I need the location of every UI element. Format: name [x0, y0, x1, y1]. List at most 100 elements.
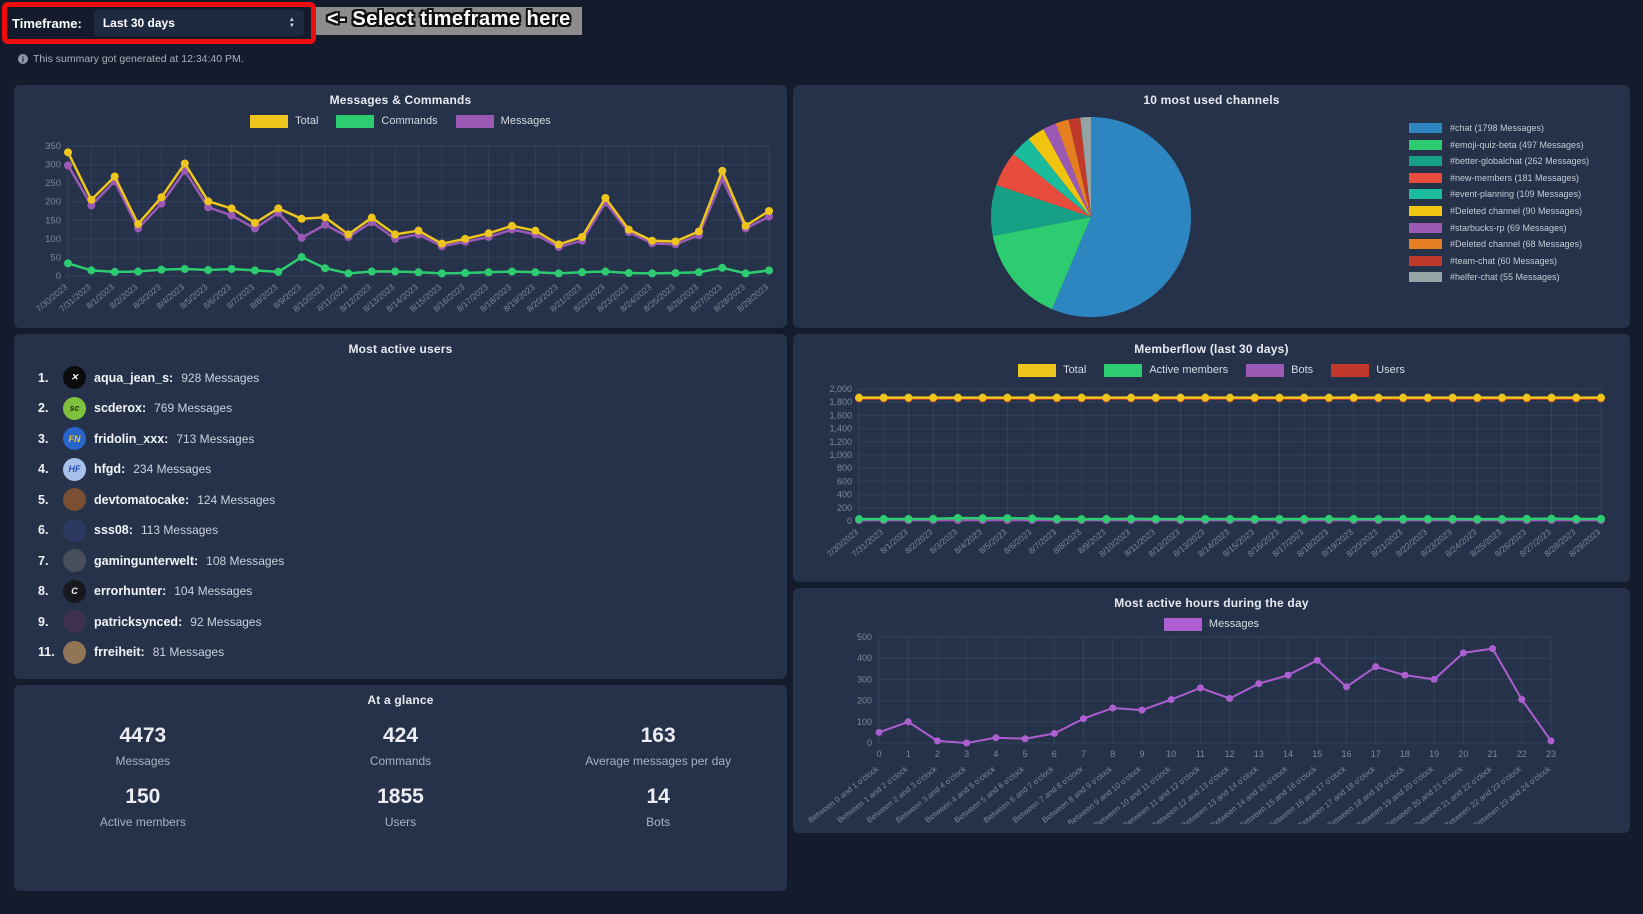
legend-swatch-icon	[1164, 618, 1202, 631]
dashboard-page: Timeframe: Last 30 days ▲▼ <- Select tim…	[0, 0, 1643, 897]
legend-label: Commands	[381, 115, 437, 127]
user-message-count: 769 Messages	[154, 401, 232, 415]
legend-label: Total	[295, 115, 318, 127]
chart-canvas: 0100200300400500012345678910111213141516…	[801, 631, 1622, 824]
messages-commands-title: Messages & Commands	[14, 85, 787, 107]
svg-text:3: 3	[964, 749, 969, 759]
svg-text:300: 300	[45, 160, 61, 171]
legend-label: Messages	[501, 115, 551, 127]
stat-label: Active members	[14, 815, 272, 829]
user-rank: 7.	[38, 554, 55, 568]
legend-item[interactable]: Active members	[1104, 364, 1228, 377]
stat-value: 424	[272, 724, 530, 748]
user-name: patricksynced:	[94, 615, 182, 629]
svg-text:1,800: 1,800	[829, 397, 852, 407]
user-message-count: 713 Messages	[176, 432, 254, 446]
memberflow-chart[interactable]: 02004006008001,0001,2001,4001,6001,8002,…	[801, 377, 1630, 582]
users-list: 1. ✕ aqua_jean_s: 928 Messages 2. sc scd…	[14, 356, 787, 664]
legend-item[interactable]: #chat (1798 Messages)	[1409, 123, 1614, 133]
legend-item[interactable]: #emoji-quiz-beta (497 Messages)	[1409, 140, 1614, 150]
legend-item[interactable]: Total	[1018, 364, 1086, 377]
svg-text:1,600: 1,600	[829, 410, 852, 420]
user-name: fridolin_xxx:	[94, 432, 168, 446]
user-message-count: 104 Messages	[174, 584, 252, 598]
most-active-users-title: Most active users	[14, 334, 787, 356]
svg-text:1,400: 1,400	[829, 424, 852, 434]
timeframe-label: Timeframe:	[12, 16, 82, 31]
legend-item[interactable]: #event-planning (109 Messages)	[1409, 189, 1614, 199]
svg-text:200: 200	[45, 197, 61, 208]
user-name: gamingunterwelt:	[94, 554, 198, 568]
most-used-channels-title: 10 most used channels	[793, 85, 1630, 107]
stat-label: Messages	[14, 754, 272, 768]
svg-text:13: 13	[1254, 749, 1264, 759]
legend-item[interactable]: #Deleted channel (90 Messages)	[1409, 206, 1614, 216]
active-hours-chart[interactable]: 0100200300400500012345678910111213141516…	[801, 631, 1630, 829]
user-rank: 9.	[38, 615, 55, 629]
legend-item[interactable]: #new-members (181 Messages)	[1409, 173, 1614, 183]
user-rank: 4.	[38, 462, 55, 476]
svg-text:16: 16	[1341, 749, 1351, 759]
channels-pie-chart[interactable]	[971, 111, 1211, 328]
legend-swatch-icon	[1018, 364, 1056, 377]
timeframe-highlight-box: Timeframe: Last 30 days ▲▼	[2, 2, 316, 44]
svg-text:10: 10	[1166, 749, 1176, 759]
svg-text:350: 350	[45, 141, 61, 152]
legend-item[interactable]: #starbucks-rp (69 Messages)	[1409, 223, 1614, 233]
legend-item[interactable]: Total	[250, 115, 318, 128]
user-name: aqua_jean_s:	[94, 371, 173, 385]
svg-text:14: 14	[1283, 749, 1293, 759]
legend-label: #starbucks-rp (69 Messages)	[1450, 223, 1567, 233]
user-message-count: 928 Messages	[181, 371, 259, 385]
legend-item[interactable]: #team-chat (60 Messages)	[1409, 256, 1614, 266]
active-hours-legend: Messages	[793, 617, 1630, 631]
avatar	[63, 549, 86, 572]
avatar	[63, 488, 86, 511]
avatar	[63, 610, 86, 633]
timeframe-selected-value: Last 30 days	[103, 16, 175, 30]
legend-swatch-icon	[1409, 206, 1442, 216]
svg-text:50: 50	[50, 252, 61, 263]
user-name: sss08:	[94, 523, 133, 537]
legend-label: Active members	[1149, 364, 1228, 376]
stat-value: 163	[529, 724, 787, 748]
legend-item[interactable]: Messages	[1164, 618, 1259, 631]
avatar: sc	[63, 397, 86, 420]
active-hours-title: Most active hours during the day	[793, 588, 1630, 610]
svg-text:1,200: 1,200	[829, 437, 852, 447]
legend-label: #event-planning (109 Messages)	[1450, 189, 1581, 199]
most-used-channels-panel: 10 most used channels #chat (1798 Messag…	[793, 85, 1630, 328]
svg-text:6: 6	[1052, 749, 1057, 759]
chart-canvas: 02004006008001,0001,2001,4001,6001,8002,…	[801, 377, 1622, 577]
timeframe-select[interactable]: Last 30 days ▲▼	[94, 10, 304, 36]
at-a-glance-panel: At a glance 4473 Messages 424 Commands 1…	[14, 685, 787, 891]
legend-label: Bots	[1291, 364, 1313, 376]
svg-text:100: 100	[45, 234, 61, 245]
legend-swatch-icon	[1246, 364, 1284, 377]
stat-commands: 424 Commands	[272, 724, 530, 768]
toolbar: Timeframe: Last 30 days ▲▼ <- Select tim…	[0, 0, 1643, 46]
generated-info-text: This summary got generated at 12:34:40 P…	[33, 53, 244, 65]
legend-item[interactable]: Commands	[336, 115, 437, 128]
memberflow-panel: Memberflow (last 30 days) TotalActive me…	[793, 334, 1630, 582]
legend-item[interactable]: Users	[1331, 364, 1405, 377]
stat-bots: 14 Bots	[529, 785, 787, 829]
stat-avg-messages: 163 Average messages per day	[529, 724, 787, 768]
user-message-count: 108 Messages	[206, 554, 284, 568]
chart-canvas: 0501001502002503003507/30/20237/31/20238…	[22, 128, 779, 325]
svg-text:19: 19	[1429, 749, 1439, 759]
legend-item[interactable]: Messages	[456, 115, 551, 128]
legend-item[interactable]: Bots	[1246, 364, 1313, 377]
user-rank: 8.	[38, 584, 55, 598]
svg-text:150: 150	[45, 215, 61, 226]
user-name: errorhunter:	[94, 584, 166, 598]
glance-stats-grid: 4473 Messages 424 Commands 163 Average m…	[14, 724, 787, 829]
legend-item[interactable]: #Deleted channel (68 Messages)	[1409, 239, 1614, 249]
legend-item[interactable]: #helfer-chat (55 Messages)	[1409, 272, 1614, 282]
messages-commands-chart[interactable]: 0501001502002503003507/30/20237/31/20238…	[22, 128, 787, 328]
svg-text:7: 7	[1081, 749, 1086, 759]
legend-item[interactable]: #better-globalchat (262 Messages)	[1409, 156, 1614, 166]
user-row: 5. devtomatocake: 124 Messages	[38, 488, 787, 511]
svg-text:200: 200	[857, 696, 872, 706]
legend-label: #new-members (181 Messages)	[1450, 173, 1579, 183]
